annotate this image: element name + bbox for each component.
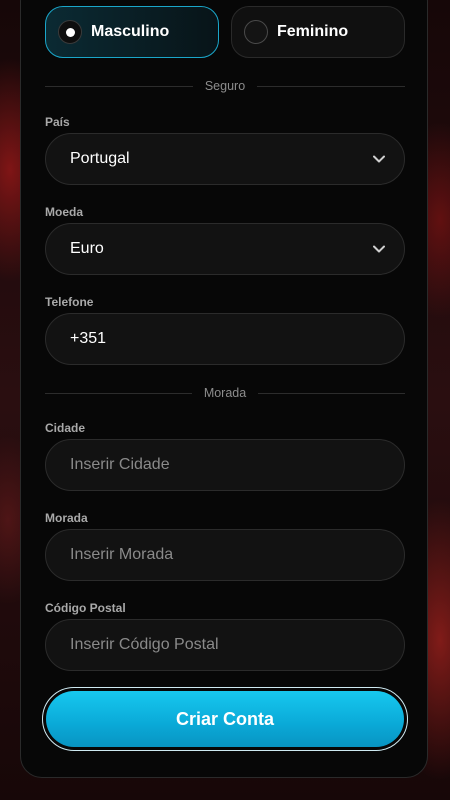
section-title-address: Morada	[203, 386, 247, 400]
street-placeholder: Inserir Morada	[70, 546, 174, 563]
postal-code-label: Código Postal	[45, 601, 126, 615]
country-label: País	[45, 115, 70, 129]
gender-female-label: Feminino	[277, 23, 349, 40]
currency-label: Moeda	[45, 205, 84, 219]
divider-line	[257, 85, 405, 87]
create-account-button[interactable]: Criar Conta	[46, 691, 404, 747]
street-input[interactable]: Inserir Morada	[45, 529, 405, 581]
section-title-insurance: Seguro	[204, 79, 246, 93]
radio-selected-icon	[58, 20, 82, 44]
city-label: Cidade	[45, 421, 86, 435]
postal-code-input[interactable]: Inserir Código Postal	[45, 619, 405, 671]
postal-code-placeholder: Inserir Código Postal	[70, 636, 219, 653]
city-input[interactable]: Inserir Cidade	[45, 439, 405, 491]
phone-input[interactable]: +351	[45, 313, 405, 365]
city-placeholder: Inserir Cidade	[70, 456, 170, 473]
gender-male-label: Masculino	[91, 23, 170, 40]
country-select[interactable]: Portugal	[45, 133, 405, 185]
country-selected-value: Portugal	[70, 150, 130, 167]
divider-line	[258, 392, 406, 394]
radio-unselected-icon	[244, 20, 268, 44]
phone-value: +351	[70, 330, 107, 347]
create-account-button-frame: Criar Conta	[42, 687, 408, 751]
currency-select[interactable]: Euro	[45, 223, 405, 275]
divider-line	[45, 85, 193, 87]
currency-selected-value: Euro	[70, 240, 104, 257]
chevron-down-icon	[372, 152, 386, 166]
chevron-down-icon	[372, 242, 386, 256]
gender-option-female[interactable]: Feminino	[231, 6, 405, 58]
section-divider-address: Morada	[45, 385, 406, 401]
section-divider-insurance: Seguro	[45, 78, 405, 94]
street-label: Morada	[45, 511, 88, 525]
divider-line	[45, 392, 192, 394]
phone-label: Telefone	[45, 295, 94, 309]
gender-option-male[interactable]: Masculino	[45, 6, 219, 58]
